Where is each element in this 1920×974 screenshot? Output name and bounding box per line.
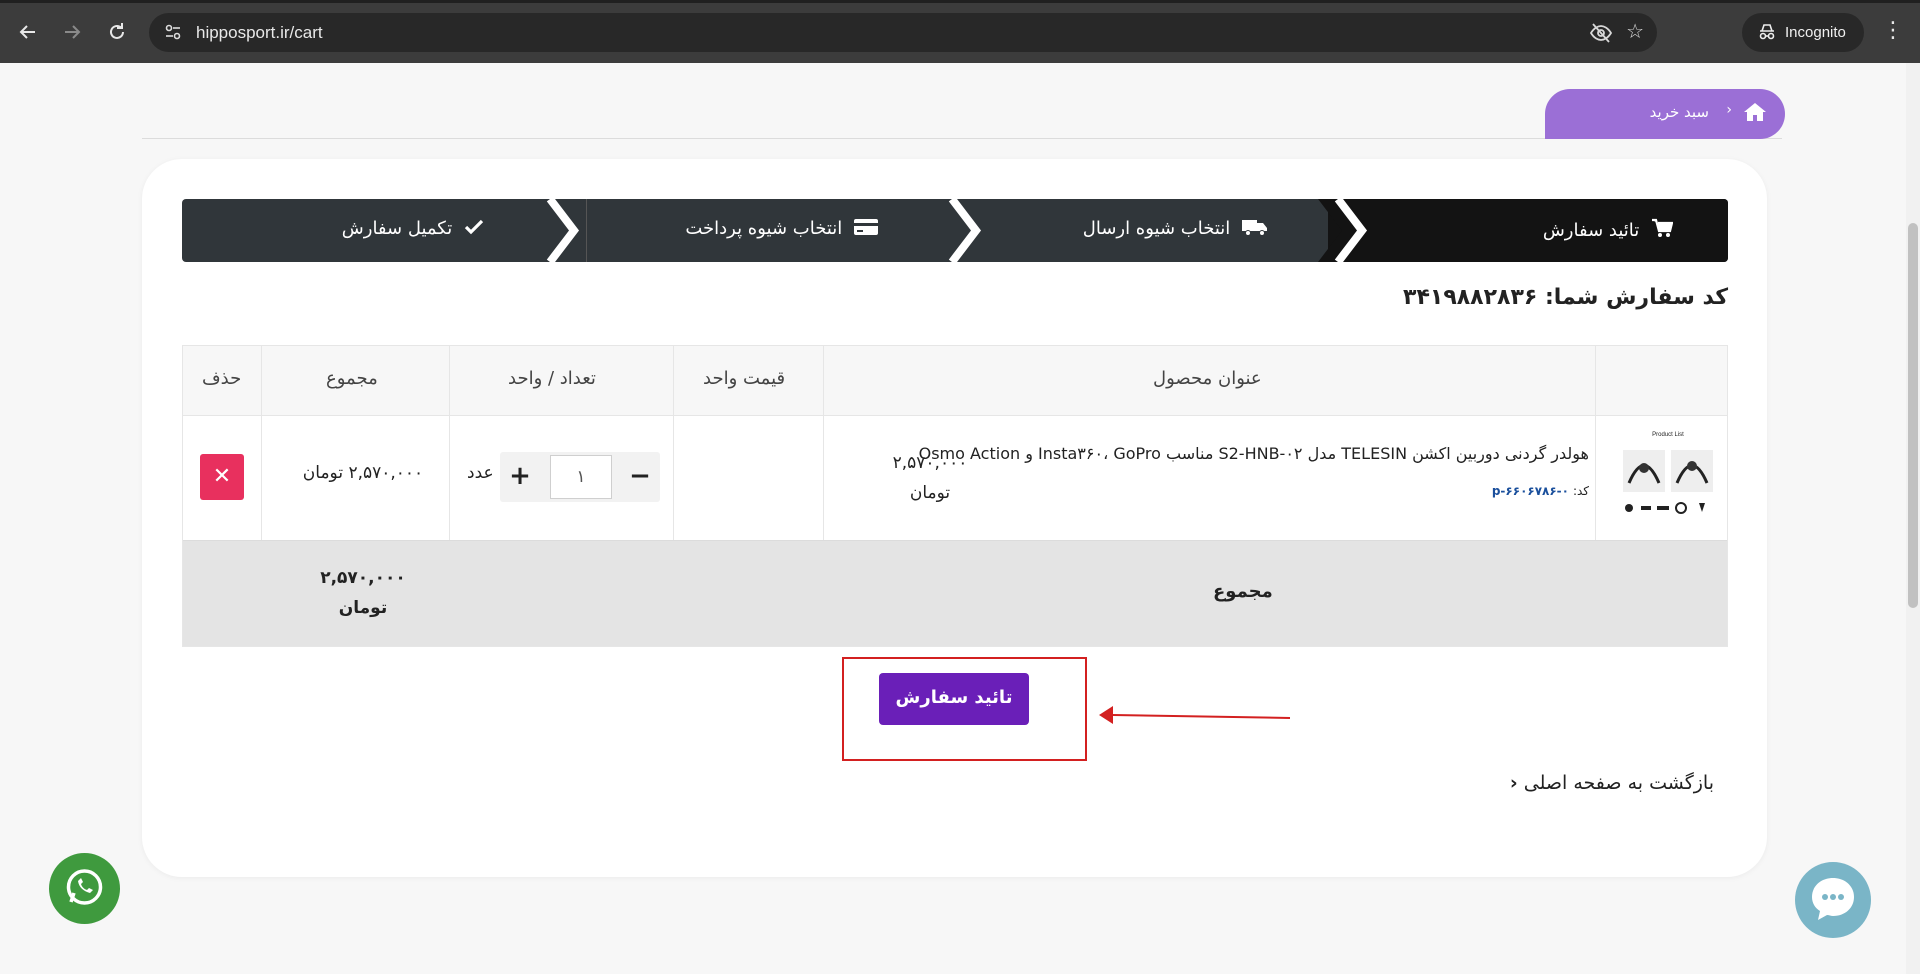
product-code: p-۶۶۰۶۷۸۶-۰ — [1491, 484, 1569, 498]
step-shipping: انتخاب شیوه ارسال — [1083, 218, 1268, 241]
address-bar[interactable]: hipposport.ir/cart ☆ — [149, 13, 1657, 52]
header-product-title: عنوان محصول — [1153, 368, 1262, 389]
incognito-icon — [1757, 22, 1777, 42]
eye-off-icon[interactable] — [1589, 22, 1613, 44]
table-footer: مجموع ۲,۵۷۰,۰۰۰ تومان — [183, 540, 1727, 646]
footer-total-label: مجموع — [1213, 581, 1273, 602]
url-text[interactable]: hipposport.ir/cart — [196, 23, 323, 43]
column-divider — [449, 346, 450, 540]
quantity-unit: عدد — [467, 463, 494, 483]
whatsapp-icon — [66, 869, 103, 905]
reload-icon[interactable] — [104, 19, 130, 45]
column-divider — [823, 346, 824, 540]
kebab-menu-icon[interactable]: ⋮ — [1882, 18, 1904, 44]
check-icon — [464, 218, 484, 241]
step-chevron — [948, 199, 982, 262]
breadcrumb-divider — [142, 138, 1782, 139]
tab-strip-edge — [0, 0, 1920, 3]
scrollbar-thumb[interactable] — [1908, 223, 1918, 608]
quantity-stepper: − ۱ + — [500, 452, 660, 502]
back-to-home-label[interactable]: بازگشت به صفحه اصلی — [1524, 772, 1714, 794]
unit-price-currency: تومان — [909, 483, 951, 503]
step-complete-label: تکمیل سفارش — [341, 218, 453, 239]
step-confirm-order: تائید سفارش — [1542, 218, 1674, 243]
breadcrumb-current: سبد خرید — [1649, 103, 1709, 121]
step-chevron — [1318, 199, 1370, 262]
footer-total: ۲,۵۷۰,۰۰۰ تومان — [263, 563, 463, 623]
chat-widget-button[interactable] — [1795, 862, 1871, 938]
step-payment: انتخاب شیوه پرداخت — [685, 218, 878, 241]
header-unit-price: قیمت واحد — [703, 368, 786, 389]
product-title[interactable]: هولدر گردنی دوربین اکشن TELESIN مدل S2-H… — [919, 444, 1589, 463]
home-icon[interactable] — [1743, 101, 1767, 123]
table-row: Product List هولدر گردنی دوربین اکشن TEL… — [183, 416, 1727, 540]
forward-arrow-icon[interactable] — [59, 19, 85, 45]
footer-total-amount: ۲,۵۷۰,۰۰۰ — [320, 568, 406, 588]
page-scrollbar[interactable] — [1906, 63, 1920, 974]
annotation-arrow — [1099, 706, 1291, 724]
footer-total-currency: تومان — [338, 598, 388, 618]
confirm-order-button[interactable]: تائید سفارش — [879, 673, 1029, 725]
step-complete: تکمیل سفارش — [342, 218, 484, 241]
chat-bubble-icon — [1812, 878, 1854, 920]
breadcrumb: › سبد خرید — [1545, 89, 1785, 139]
truck-icon — [1242, 218, 1268, 241]
unit-price-amount: ۲,۵۷۰,۰۰۰ — [892, 453, 968, 473]
delete-button[interactable]: ✕ — [200, 454, 244, 500]
site-settings-icon[interactable] — [164, 23, 182, 41]
incognito-label: Incognito — [1785, 24, 1846, 41]
unit-price: ۲,۵۷۰,۰۰۰ تومان — [855, 448, 1005, 508]
whatsapp-button[interactable] — [49, 853, 120, 924]
incognito-chip[interactable]: Incognito — [1742, 13, 1864, 52]
row-total: ۲,۵۷۰,۰۰۰ تومان — [302, 463, 424, 483]
browser-toolbar: hipposport.ir/cart ☆ Incognito ⋮ — [0, 0, 1920, 63]
chevron-left-icon: ‹ — [1509, 772, 1518, 794]
quantity-input[interactable]: ۱ — [550, 455, 612, 499]
credit-card-icon — [854, 218, 878, 241]
step-chevron — [546, 199, 580, 262]
header-quantity: تعداد / واحد — [508, 368, 596, 389]
table-header: عنوان محصول قیمت واحد تعداد / واحد مجموع… — [183, 346, 1727, 416]
header-delete: حذف — [202, 368, 242, 389]
product-thumbnail[interactable]: Product List — [1619, 428, 1717, 528]
quantity-decrease-button[interactable]: − — [625, 457, 655, 497]
quantity-increase-button[interactable]: + — [505, 457, 535, 497]
thumbnail-caption: Product List — [1652, 432, 1684, 438]
cart-table: عنوان محصول قیمت واحد تعداد / واحد مجموع… — [182, 345, 1728, 647]
step-confirm-label: تائید سفارش — [1542, 220, 1640, 241]
step-shipping-label: انتخاب شیوه ارسال — [1082, 218, 1231, 239]
order-code: کد سفارش شما: ۳۴۱۹۸۸۲۸۳۶ — [1403, 285, 1728, 310]
column-divider — [261, 346, 262, 540]
back-arrow-icon[interactable] — [15, 19, 41, 45]
column-divider — [673, 346, 674, 540]
column-divider — [1595, 346, 1596, 540]
cart-icon — [1651, 218, 1674, 243]
step-payment-label: انتخاب شیوه پرداخت — [685, 218, 843, 239]
step-divider — [586, 199, 587, 262]
breadcrumb-separator: › — [1726, 102, 1732, 118]
product-code-label: کد: — [1572, 484, 1589, 498]
back-to-home-link[interactable]: بازگشت به صفحه اصلی ‹ — [1504, 772, 1714, 794]
checkout-steps: تائید سفارش انتخاب شیوه ارسال انتخاب شیو… — [182, 199, 1728, 262]
header-total: مجموع — [326, 368, 378, 389]
star-icon[interactable]: ☆ — [1626, 19, 1644, 43]
